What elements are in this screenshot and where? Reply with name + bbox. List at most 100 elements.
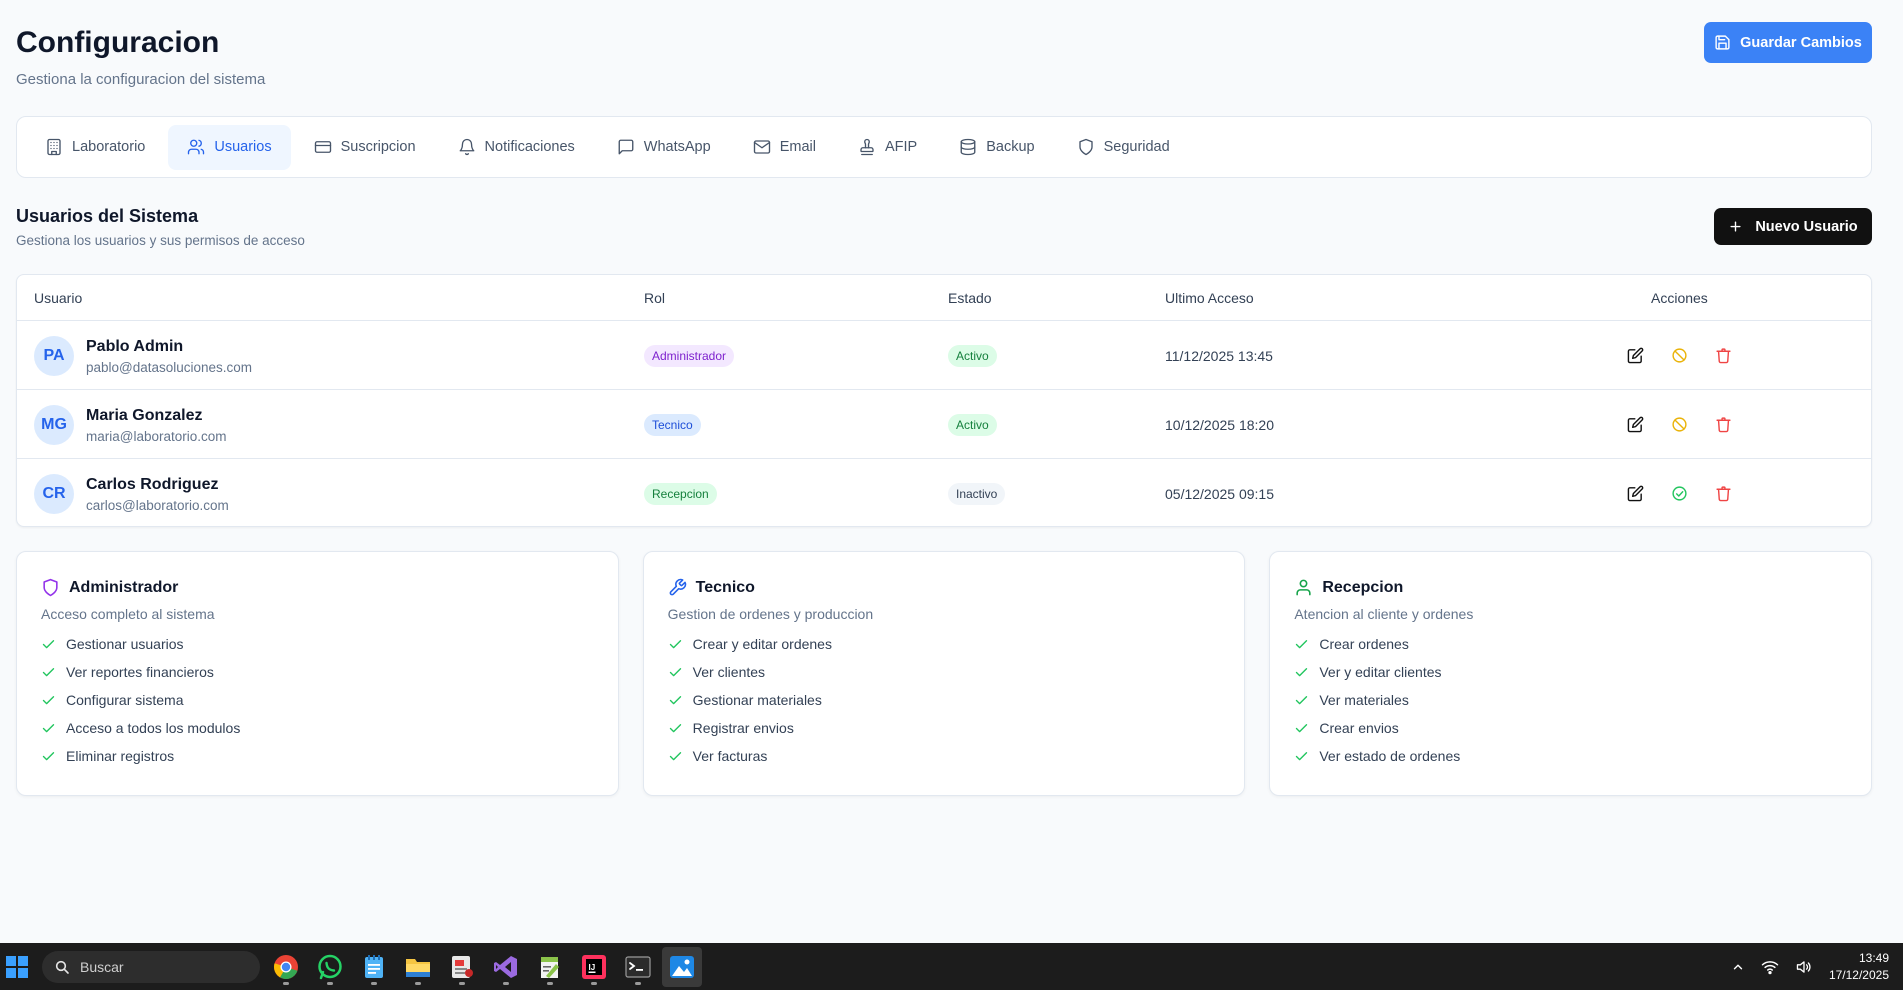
permission-label: Crear envios xyxy=(1319,720,1399,736)
tab-seguridad[interactable]: Seguridad xyxy=(1058,125,1189,170)
taskbar-terminal[interactable] xyxy=(618,947,658,987)
clock[interactable]: 13:49 17/12/2025 xyxy=(1829,950,1889,984)
status-badge: Inactivo xyxy=(948,483,1006,505)
tab-afip[interactable]: AFIP xyxy=(839,125,936,170)
check-icon xyxy=(42,723,55,732)
last-access: 05/12/2025 09:15 xyxy=(1165,486,1274,502)
permission-label: Ver clientes xyxy=(692,664,766,680)
check-icon xyxy=(1296,751,1308,760)
user-icon xyxy=(1296,579,1311,596)
taskbar-whatsapp[interactable] xyxy=(310,947,350,987)
check-icon xyxy=(1296,639,1308,648)
save-changes-button[interactable]: Guardar Cambios xyxy=(1704,22,1872,63)
edit-user-button[interactable] xyxy=(1625,345,1645,365)
permission-item: Ver reportes financieros xyxy=(41,658,594,686)
tab-whatsapp[interactable]: WhatsApp xyxy=(598,125,730,170)
deactivate-user-button[interactable] xyxy=(1669,414,1689,434)
volume-icon[interactable] xyxy=(1795,959,1813,975)
check-icon xyxy=(669,751,681,760)
settings-page: Configuracion Gestiona la configuracion … xyxy=(0,0,1903,943)
tab-backup[interactable]: Backup xyxy=(940,125,1053,170)
message-icon xyxy=(618,139,634,155)
users-icon xyxy=(188,139,205,155)
check-icon xyxy=(1296,667,1308,676)
permission-item: Ver materiales xyxy=(1294,686,1847,714)
check-icon xyxy=(42,667,55,676)
taskbar-visual-studio[interactable] xyxy=(486,947,526,987)
tab-label: WhatsApp xyxy=(643,139,711,155)
row-actions xyxy=(1625,414,1733,434)
user-cell: MG Maria Gonzalez maria@laboratorio.com xyxy=(34,405,227,445)
edit-user-button[interactable] xyxy=(1625,483,1645,503)
building-icon xyxy=(47,138,61,156)
delete-user-button[interactable] xyxy=(1713,483,1733,503)
permission-label: Acceso a todos los modulos xyxy=(66,720,241,736)
taskbar-intellij[interactable]: IJ xyxy=(574,947,614,987)
whatsapp-icon xyxy=(318,954,342,979)
row-actions xyxy=(1625,345,1733,365)
permission-label: Ver y editar clientes xyxy=(1319,664,1442,680)
new-user-button[interactable]: Nuevo Usuario xyxy=(1714,208,1872,245)
taskbar-search[interactable]: Buscar xyxy=(42,950,260,983)
avatar: CR xyxy=(34,474,74,514)
clock-date: 17/12/2025 xyxy=(1828,967,1889,982)
check-icon xyxy=(669,723,681,732)
role-title: Tecnico xyxy=(695,578,755,596)
user-email: pablo@datasoluciones.com xyxy=(86,359,253,375)
user-email: carlos@laboratorio.com xyxy=(86,497,229,513)
role-title: Administrador xyxy=(69,578,179,596)
chevron-up-icon[interactable] xyxy=(1731,960,1745,974)
taskbar-photos[interactable] xyxy=(662,946,702,987)
user-cell: CR Carlos Rodriguez carlos@laboratorio.c… xyxy=(34,474,229,514)
users-table: Usuario Rol Estado Ultimo Acceso Accione… xyxy=(16,274,1872,527)
visual-studio-icon xyxy=(494,955,517,978)
tab-label: Suscripcion xyxy=(340,139,416,155)
taskbar-file-explorer[interactable] xyxy=(398,947,438,987)
start-button[interactable] xyxy=(0,943,34,990)
permission-item: Eliminar registros xyxy=(41,742,594,770)
svg-text:IJ: IJ xyxy=(589,963,596,972)
table-row: PA Pablo Admin pablo@datasoluciones.com … xyxy=(17,321,1871,390)
check-icon xyxy=(1296,723,1308,732)
tab-label: Email xyxy=(779,139,816,155)
delete-user-button[interactable] xyxy=(1713,345,1733,365)
chrome-icon xyxy=(274,954,298,979)
trash-icon xyxy=(1715,347,1731,363)
column-header-ultimo-acceso: Ultimo Acceso xyxy=(1165,290,1254,306)
edit-user-button[interactable] xyxy=(1625,414,1645,434)
delete-user-button[interactable] xyxy=(1713,414,1733,434)
deactivate-user-button[interactable] xyxy=(1669,345,1689,365)
users-section-title: Usuarios del Sistema xyxy=(16,206,199,226)
taskbar-chrome[interactable] xyxy=(266,947,306,987)
tab-email[interactable]: Email xyxy=(734,125,835,170)
permission-label: Gestionar materiales xyxy=(692,692,822,708)
taskbar-snipping-tool[interactable] xyxy=(442,947,482,987)
system-tray: 13:49 17/12/2025 xyxy=(1731,943,1889,990)
activate-user-button[interactable] xyxy=(1669,483,1689,503)
tab-label: Backup xyxy=(986,139,1035,155)
role-cards: Administrador Acceso completo al sistema… xyxy=(16,551,1873,796)
taskbar-notepad-plus[interactable] xyxy=(530,947,570,987)
tab-notificaciones[interactable]: Notificaciones xyxy=(439,125,594,170)
permission-item: Gestionar usuarios xyxy=(41,630,594,658)
column-header-rol: Rol xyxy=(644,290,666,306)
taskbar-notepad[interactable] xyxy=(354,947,394,987)
edit-icon xyxy=(1627,485,1643,501)
wifi-icon[interactable] xyxy=(1761,959,1779,975)
user-name: Pablo Admin xyxy=(86,337,184,355)
tab-suscripcion[interactable]: Suscripcion xyxy=(295,125,435,170)
check-icon xyxy=(669,667,681,676)
tab-laboratorio[interactable]: Laboratorio xyxy=(26,125,164,170)
stamp-icon xyxy=(860,138,874,156)
tab-usuarios[interactable]: Usuarios xyxy=(168,124,291,170)
plus-icon xyxy=(1730,221,1741,232)
clock-time: 13:49 xyxy=(1858,950,1889,965)
permission-label: Ver materiales xyxy=(1319,692,1409,708)
tab-label: Seguridad xyxy=(1103,139,1170,155)
user-cell: PA Pablo Admin pablo@datasoluciones.com xyxy=(34,336,252,376)
permission-item: Registrar envios xyxy=(668,714,1221,742)
role-card-recepcion: Recepcion Atencion al cliente y ordenes … xyxy=(1269,551,1873,796)
permission-item: Crear envios xyxy=(1294,714,1847,742)
avatar: PA xyxy=(34,336,74,376)
role-card-administrador: Administrador Acceso completo al sistema… xyxy=(16,551,619,796)
